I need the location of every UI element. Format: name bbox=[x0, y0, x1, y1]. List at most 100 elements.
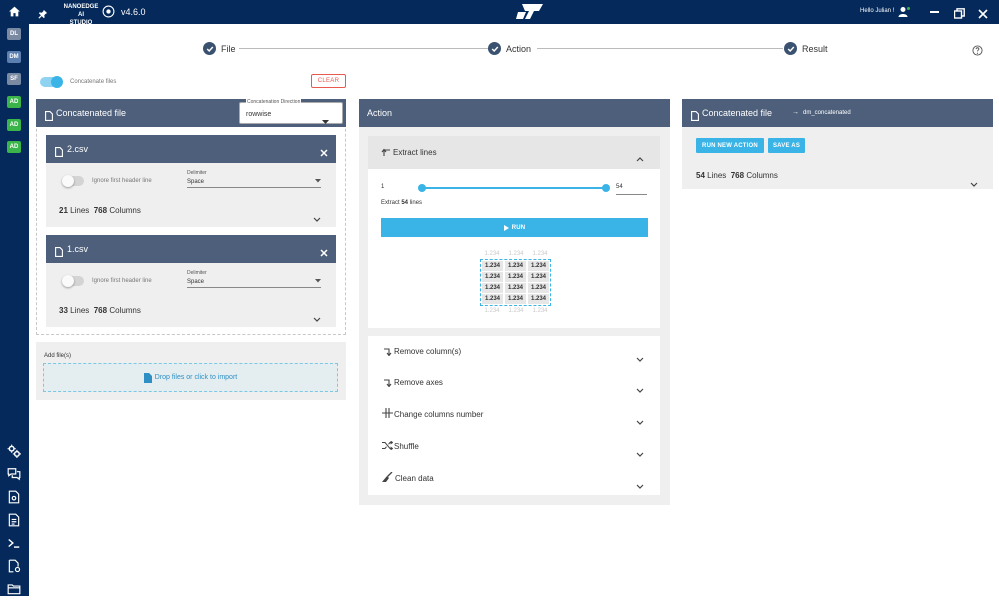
slider-handle-start[interactable] bbox=[418, 184, 426, 192]
sidebar-badge-sf[interactable]: SF bbox=[7, 73, 21, 85]
terminal-icon[interactable] bbox=[7, 536, 21, 550]
sidebar-badge-ad-2[interactable]: AD bbox=[7, 119, 21, 131]
action-item-clean-data[interactable]: Clean data bbox=[368, 462, 660, 494]
run-new-action-button[interactable]: RUN NEW ACTION bbox=[696, 138, 764, 153]
clear-button[interactable]: CLEAR bbox=[311, 74, 346, 88]
sidebar-badge-ad-1[interactable]: AD bbox=[7, 96, 21, 108]
file-icon bbox=[691, 108, 699, 126]
help-icon[interactable] bbox=[972, 43, 983, 61]
extract-summary-prefix: Extract bbox=[381, 200, 400, 206]
preview-cell: 1.234 bbox=[505, 294, 526, 304]
direction-label: Concatenation Direction bbox=[246, 99, 302, 105]
chevron-up-icon bbox=[636, 149, 644, 167]
chevron-down-icon[interactable] bbox=[313, 309, 321, 327]
extract-range-slider[interactable] bbox=[418, 184, 610, 192]
remove-axes-icon bbox=[383, 374, 393, 392]
add-files-section: Add file(s) Drop files or click to impor… bbox=[36, 342, 346, 400]
chevron-down-icon[interactable] bbox=[313, 209, 321, 227]
step-result[interactable]: Result bbox=[784, 42, 828, 55]
action-item-remove-columns[interactable]: Remove column(s) bbox=[368, 336, 660, 367]
step-label-action: Action bbox=[506, 43, 532, 54]
concatenate-label: Concatenate files bbox=[70, 79, 117, 85]
preview-cell: 1.234 bbox=[505, 272, 526, 282]
folder-icon[interactable] bbox=[7, 582, 21, 596]
restore-icon[interactable] bbox=[953, 6, 965, 24]
lines-count: 33 bbox=[59, 306, 68, 315]
drop-label: Drop files or click to import bbox=[154, 374, 238, 381]
file-icon bbox=[55, 144, 63, 162]
direction-value: rowwise bbox=[246, 111, 272, 118]
columns-count: 768 bbox=[730, 171, 745, 180]
extract-lines-icon bbox=[381, 144, 391, 162]
lines-word: Lines bbox=[70, 206, 90, 215]
preview-cell: 1.234 bbox=[482, 294, 503, 304]
extract-lines-header[interactable]: Extract lines bbox=[368, 136, 660, 169]
preview-cell: 1.234 bbox=[482, 272, 503, 282]
run-button[interactable]: RUN bbox=[381, 218, 648, 237]
file-stats: 33 Lines 768 Columns bbox=[59, 306, 141, 315]
step-action[interactable]: Action bbox=[488, 42, 531, 55]
file-card-header: 2.csv bbox=[46, 135, 336, 163]
slider-handle-end[interactable] bbox=[602, 184, 610, 192]
extract-lines-title: Extract lines bbox=[393, 148, 437, 157]
main-content: File Action Result Concatenate files CLE… bbox=[29, 24, 999, 596]
sidebar-badge-ad-3[interactable]: AD bbox=[7, 141, 21, 153]
ignore-header-toggle[interactable] bbox=[62, 275, 84, 287]
result-panel-header: Concatenated file → dm_concatenated bbox=[682, 99, 993, 127]
sidebar-badge-dm[interactable]: DM bbox=[7, 51, 21, 63]
sidebar: DL DM SF AD AD AD bbox=[0, 24, 29, 596]
user-icon[interactable] bbox=[898, 5, 911, 23]
file-gear-icon[interactable] bbox=[7, 559, 21, 573]
chevron-down-icon bbox=[636, 476, 644, 494]
settings-icon[interactable] bbox=[7, 444, 21, 458]
chevron-down-icon[interactable] bbox=[970, 174, 978, 192]
delimiter-select[interactable]: Space bbox=[187, 179, 321, 188]
save-as-button[interactable]: SAVE AS bbox=[768, 138, 805, 153]
preview-cell: 1.234 bbox=[528, 294, 549, 304]
extract-preview: 1.234 1.234 1.234 1.234 1.234 1.234 1.23… bbox=[480, 250, 551, 315]
file-card-header: 1.csv bbox=[46, 235, 336, 263]
delimiter-value: Space bbox=[187, 279, 205, 285]
direction-select[interactable]: Concatenation Direction rowwise bbox=[239, 99, 343, 124]
columns-word: Columns bbox=[109, 206, 141, 215]
remove-file-icon[interactable] bbox=[320, 244, 328, 262]
action-item-remove-axes[interactable]: Remove axes bbox=[368, 367, 660, 398]
run-label: RUN bbox=[511, 224, 526, 231]
caret-down-icon bbox=[315, 179, 321, 185]
action-item-label: Change columns number bbox=[394, 409, 484, 419]
minimize-icon[interactable] bbox=[930, 11, 939, 13]
ignore-header-toggle[interactable] bbox=[62, 175, 84, 187]
caret-down-icon bbox=[315, 279, 321, 285]
delimiter-label: Delimiter bbox=[187, 170, 207, 176]
sidebar-badge-dl[interactable]: DL bbox=[7, 28, 21, 40]
step-label-file: File bbox=[221, 43, 236, 54]
action-item-shuffle[interactable]: Shuffle bbox=[368, 430, 660, 462]
close-icon[interactable] bbox=[978, 6, 988, 24]
remove-file-icon[interactable] bbox=[320, 144, 328, 162]
extract-summary: Extract 54 lines bbox=[381, 200, 422, 206]
document-gear-icon[interactable] bbox=[7, 490, 21, 504]
action-panel-title: Action bbox=[367, 108, 393, 118]
delimiter-select[interactable]: Space bbox=[187, 279, 321, 288]
step-file[interactable]: File bbox=[203, 42, 236, 55]
file-card-name: 2.csv bbox=[67, 144, 89, 154]
delimiter-value: Space bbox=[187, 179, 205, 185]
concatenate-toggle[interactable] bbox=[40, 76, 63, 88]
action-item-change-columns[interactable]: Change columns number bbox=[368, 398, 660, 430]
pin-icon[interactable] bbox=[38, 6, 48, 24]
preview-cell: 1.234 bbox=[505, 261, 526, 271]
file-icon bbox=[45, 108, 53, 126]
app-name-line1: NANOEDGE AI bbox=[63, 4, 99, 18]
action-item-label: Clean data bbox=[395, 473, 434, 483]
report-icon[interactable] bbox=[7, 513, 21, 527]
file-stats: 21 Lines 768 Columns bbox=[59, 206, 141, 215]
range-max-input[interactable]: 54 bbox=[616, 182, 647, 195]
result-stats: 54 Lines 768 Columns bbox=[696, 171, 778, 180]
ignore-header-label: Ignore first header line bbox=[92, 278, 152, 284]
lines-count: 54 bbox=[696, 171, 705, 180]
drop-zone[interactable]: Drop files or click to import bbox=[43, 363, 338, 392]
chat-icon[interactable] bbox=[7, 467, 21, 481]
columns-count: 768 bbox=[93, 306, 108, 315]
preview-cell: 1.234 bbox=[482, 283, 503, 293]
home-icon[interactable] bbox=[8, 5, 21, 18]
